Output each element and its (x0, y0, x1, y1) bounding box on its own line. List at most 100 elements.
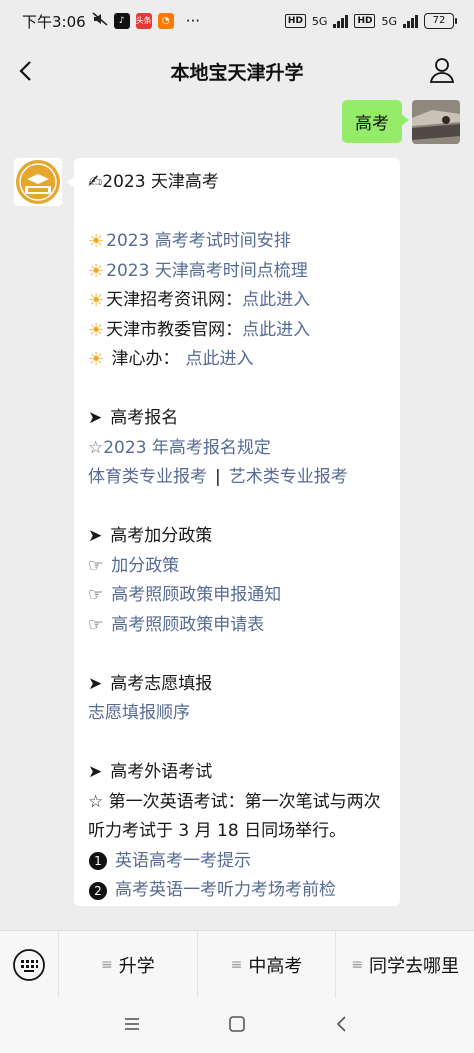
arrow-right-icon: ➤ (88, 408, 103, 428)
resource-link-jinxinban[interactable]: 点此进入 (186, 345, 254, 375)
volunteer-order-link[interactable]: 志愿填报顺序 (88, 699, 190, 729)
sun-icon: ☀ (88, 319, 105, 341)
person-icon (429, 58, 455, 83)
resource-label: 天津招考资讯网： (106, 290, 243, 310)
foreign-note: ☆ 第一次英语考试：第一次笔试与两次听力考试于 3 月 18 日同场举行。 (88, 791, 381, 842)
foreign-item: 2 高考英语一考听力考场考前检 (88, 876, 386, 906)
arrow-right-icon: ➤ (88, 526, 103, 546)
resource-label: 津心办： (106, 349, 180, 369)
resource-link-education[interactable]: 点此进入 (242, 316, 310, 346)
page-title: 本地宝天津升学 (170, 61, 304, 84)
rule-line: ☆2023 年高考报名规定 (88, 434, 386, 464)
menu-item-label: 升学 (118, 955, 155, 977)
pointing-hand-icon: ☞ (88, 555, 104, 576)
sun-icon: ☀ (88, 260, 105, 282)
pointing-hand-icon: ☞ (88, 585, 104, 605)
status-bar: 下午3:06 ♪ 头条 ◔ ··· HD 5G HD 5G 72 (0, 0, 474, 42)
menu-icon (125, 1017, 140, 1030)
resource-label: 天津市教委官网： (106, 319, 243, 340)
square-icon (229, 1015, 245, 1032)
outgoing-message: 高考 (342, 100, 460, 144)
exam-timeline-link[interactable]: 2023 天津高考时间点梳理 (106, 257, 308, 287)
chat-area[interactable]: 高考 ✍ 2023 天津高考 ☀ 2023 高考考试时间安排 ☀ 2023 天津… (0, 100, 474, 930)
chevron-left-icon (19, 61, 31, 81)
news-app-icon: 头条 (135, 13, 152, 29)
sports-link[interactable]: 体育类专业报考 (88, 463, 207, 493)
chevron-left-icon (336, 1015, 346, 1032)
bonus-item: ☞ 加分政策 (88, 552, 386, 582)
status-time: 下午3:06 (22, 12, 86, 31)
section-heading: ➤ 高考外语考试 (88, 758, 386, 788)
arrow-right-icon: ➤ (88, 673, 103, 694)
outgoing-text: 高考 (355, 114, 389, 134)
hd-badge-2: HD (354, 14, 376, 28)
signal-icon (333, 14, 349, 28)
battery-level: 72 (432, 15, 446, 26)
back-button[interactable] (14, 57, 40, 85)
link-line: ☀ 2023 高考考试时间安排 (88, 227, 386, 257)
bonus-item: ☞ 高考照顾政策申报通知 (88, 581, 386, 611)
menu-lines-icon: ≡ (230, 956, 243, 973)
menu-item-label: 同学去哪里 (369, 955, 460, 977)
english-tips-link[interactable]: 英语高考一考提示 (115, 847, 251, 877)
status-right: HD 5G HD 5G 72 (284, 13, 457, 29)
tiktok-icon: ♪ (113, 13, 130, 29)
listening-check-link[interactable]: 高考英语一考听力考场考前检 (115, 876, 336, 906)
pointing-hand-icon: ☞ (88, 614, 104, 635)
resource-line: ☀ 津心办： 点此进入 (88, 345, 386, 375)
mute-icon (92, 12, 108, 30)
network-label-2: 5G (381, 14, 397, 28)
foreign-item: 1 英语高考一考提示 (88, 847, 386, 877)
home-button[interactable] (227, 1014, 247, 1038)
volunteer-heading: 高考志愿填报 (110, 673, 213, 694)
tianjin-logo-icon (16, 160, 60, 204)
exam-schedule-link[interactable]: 2023 高考考试时间安排 (106, 227, 291, 257)
nav-back-button[interactable] (332, 1014, 352, 1038)
keyboard-button[interactable] (0, 931, 58, 999)
volunteer-line: 志愿填报顺序 (88, 699, 386, 729)
care-notice-link[interactable]: 高考照顾政策申报通知 (111, 581, 281, 611)
more-dots-icon: ··· (185, 12, 200, 30)
bonus-policy-link[interactable]: 加分政策 (111, 552, 179, 582)
resource-line: ☀ 天津招考资讯网： 点此进入 (88, 286, 386, 316)
care-form-link[interactable]: 高考照顾政策申请表 (111, 611, 264, 641)
battery-icon: 72 (424, 13, 457, 29)
signup-heading: 高考报名 (110, 408, 179, 428)
resource-link-admissions[interactable]: 点此进入 (242, 286, 310, 316)
bonus-item: ☞ 高考照顾政策申请表 (88, 611, 386, 641)
system-nav-bar (0, 998, 474, 1053)
resource-line: ☀ 天津市教委官网： 点此进入 (88, 316, 386, 346)
outgoing-bubble[interactable]: 高考 (342, 100, 409, 143)
number-badge: 1 (89, 852, 107, 871)
section-heading: ➤ 高考报名 (88, 404, 386, 434)
message-title-line: ✍ 2023 天津高考 (88, 168, 386, 198)
sun-icon: ☀ (88, 231, 105, 252)
status-left: 下午3:06 ♪ 头条 ◔ ··· (22, 11, 200, 32)
separator: | (215, 467, 221, 487)
menu-item-tongxue[interactable]: ≡ 同学去哪里 (335, 930, 474, 999)
network-label: 5G (311, 14, 328, 28)
bonus-heading: 高考加分政策 (110, 526, 213, 546)
arts-link[interactable]: 艺术类专业报考 (229, 463, 348, 493)
bot-avatar[interactable] (14, 158, 62, 206)
menu-lines-icon: ≡ (351, 956, 364, 973)
link-line: ☀ 2023 天津高考时间点梳理 (88, 257, 386, 287)
menu-item-shengxue[interactable]: ≡ 升学 (58, 930, 197, 999)
profile-button[interactable] (428, 56, 456, 84)
incoming-bubble: ✍ 2023 天津高考 ☀ 2023 高考考试时间安排 ☀ 2023 天津高考时… (67, 158, 400, 906)
menu-item-zhonggaokao[interactable]: ≡ 中高考 (196, 930, 336, 999)
keyboard-icon (13, 948, 45, 981)
message-title: 2023 天津高考 (102, 172, 219, 192)
writing-hand-icon: ✍ (88, 172, 103, 192)
recent-apps-button[interactable] (122, 1014, 142, 1038)
signup-rule-link[interactable]: ☆2023 年高考报名规定 (88, 434, 271, 464)
sun-icon: ☀ (88, 349, 105, 370)
section-heading: ➤ 高考志愿填报 (88, 670, 386, 700)
user-avatar[interactable] (412, 100, 460, 144)
menu-item-label: 中高考 (248, 955, 303, 977)
app-icon: ◔ (157, 13, 174, 29)
